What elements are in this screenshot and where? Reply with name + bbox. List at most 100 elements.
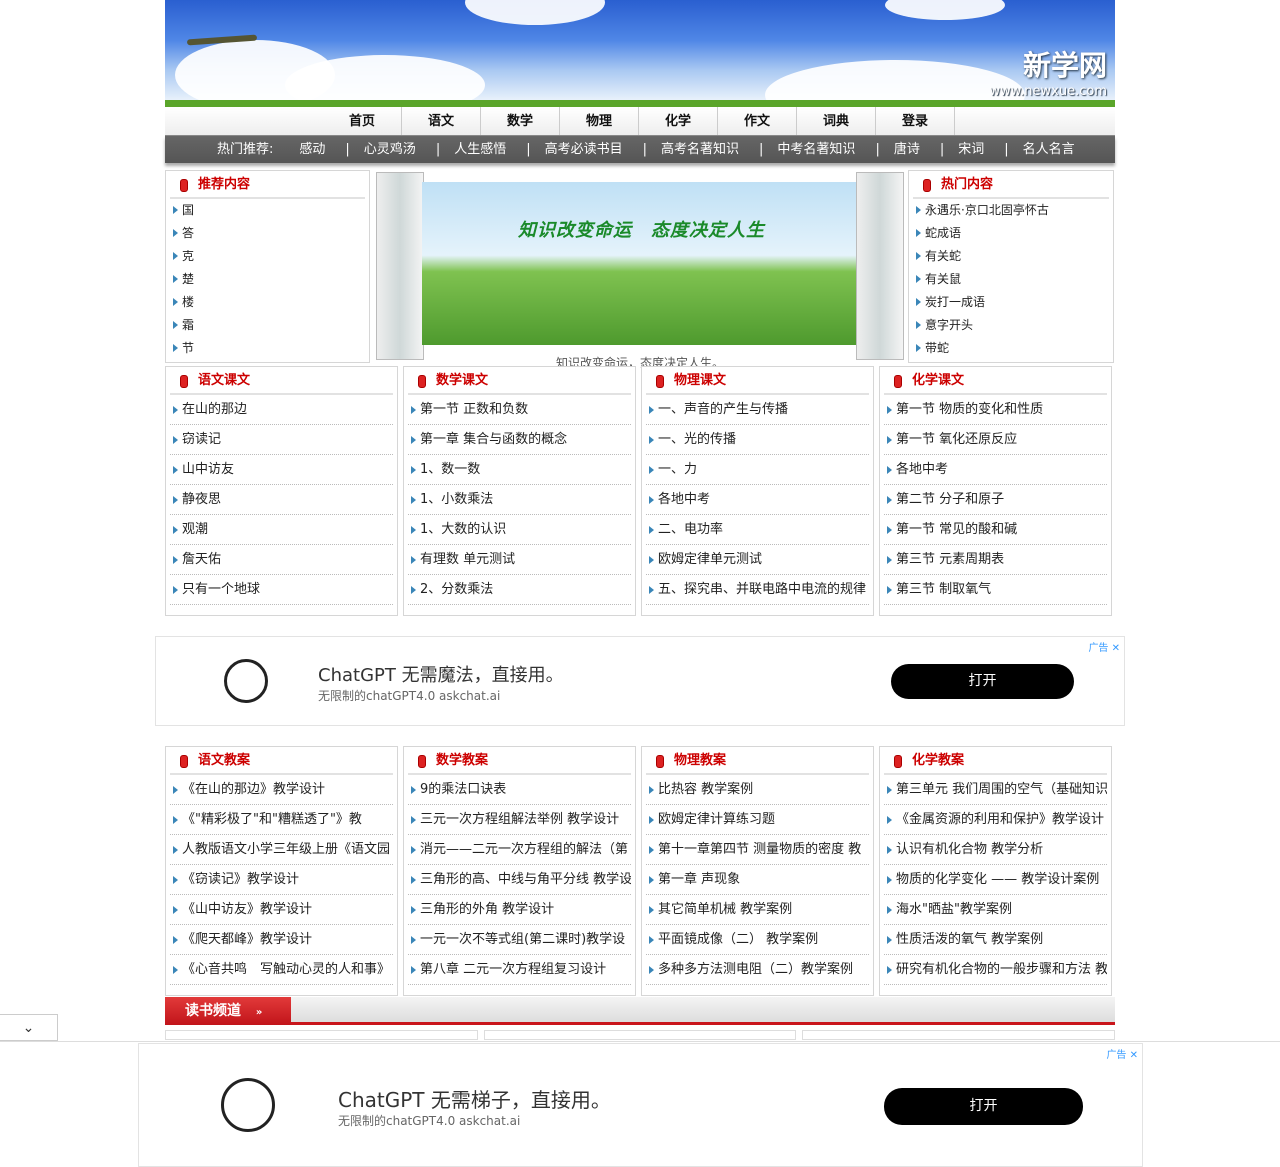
panel-title[interactable]: 语文教案 — [170, 747, 393, 775]
list-item[interactable]: 比热容 教学案例 — [646, 775, 869, 805]
list-item[interactable]: 各地中考 — [646, 485, 869, 515]
list-item[interactable]: 9的乘法口诀表 — [408, 775, 631, 805]
list-item[interactable]: 带蛇 — [913, 337, 1109, 360]
list-item[interactable]: 山中访友 — [170, 455, 393, 485]
hot-link[interactable]: 人生感悟 — [454, 142, 506, 157]
list-item[interactable]: 1、大数的认识 — [408, 515, 631, 545]
list-item[interactable]: 有理数 单元测试 — [408, 545, 631, 575]
nav-item[interactable]: 词典 — [797, 107, 876, 135]
list-item[interactable]: 静夜思 — [170, 485, 393, 515]
list-item[interactable]: 第八章 二元一次方程组复习设计 — [408, 955, 631, 985]
list-item[interactable]: 观潮 — [170, 515, 393, 545]
hot-link[interactable]: 名人名言 — [1023, 142, 1075, 157]
list-item[interactable]: 其它简单机械 教学案例 — [646, 895, 869, 925]
list-item[interactable]: 三元一次方程组解法举例 教学设计 — [408, 805, 631, 835]
list-item[interactable]: 国 — [170, 199, 365, 222]
ad-label[interactable]: 广告 ✕ — [1106, 1046, 1138, 1061]
hot-link[interactable]: 高考名著知识 — [661, 142, 739, 157]
nav-item[interactable]: 首页 — [323, 107, 402, 135]
list-item[interactable]: 五、探究串、并联电路中电流的规律 — [646, 575, 869, 605]
list-item[interactable]: 《窃读记》教学设计 — [170, 865, 393, 895]
nav-item[interactable]: 作文 — [718, 107, 797, 135]
list-item[interactable]: 《金属资源的利用和保护》教学设计 — [884, 805, 1107, 835]
list-item[interactable]: 海水"晒盐"教学案例 — [884, 895, 1107, 925]
list-item[interactable]: 第二节 分子和原子 — [884, 485, 1107, 515]
list-item[interactable]: 第三节 元素周期表 — [884, 545, 1107, 575]
panel-title[interactable]: 物理教案 — [646, 747, 869, 775]
ad-label[interactable]: 广告 ✕ — [1088, 639, 1120, 654]
ad-open-button[interactable]: 打开 — [884, 1088, 1083, 1125]
list-item[interactable]: 一、声音的产生与传播 — [646, 395, 869, 425]
hot-link[interactable]: 高考必读书目 — [545, 142, 623, 157]
list-item[interactable]: 节 — [170, 337, 365, 360]
list-item[interactable]: 一、力 — [646, 455, 869, 485]
list-item[interactable]: 楼 — [170, 291, 365, 314]
panel-title[interactable]: 推荐内容 — [170, 171, 365, 199]
list-item[interactable]: 在山的那边 — [170, 395, 393, 425]
list-item[interactable]: 第一章 集合与函数的概念 — [408, 425, 631, 455]
list-item[interactable]: 《心音共鸣 写触动心灵的人和事》 — [170, 955, 393, 985]
reading-channel-tab[interactable]: 读书频道 » — [165, 997, 291, 1025]
panel-title[interactable]: 数学课文 — [408, 367, 631, 395]
list-item[interactable]: 第三节 制取氧气 — [884, 575, 1107, 605]
list-item[interactable]: 只有一个地球 — [170, 575, 393, 605]
list-item[interactable]: 欧姆定律计算练习题 — [646, 805, 869, 835]
collapse-ad-button[interactable]: ⌄ — [0, 1014, 58, 1041]
list-item[interactable]: 《"精彩极了"和"糟糕透了"》教 — [170, 805, 393, 835]
ad-open-button[interactable]: 打开 — [891, 664, 1074, 699]
list-item[interactable]: 第十一章第四节 测量物质的密度 教 — [646, 835, 869, 865]
list-item[interactable]: 1、数一数 — [408, 455, 631, 485]
list-item[interactable]: 楚 — [170, 268, 365, 291]
panel-title[interactable]: 物理课文 — [646, 367, 869, 395]
nav-item[interactable]: 语文 — [402, 107, 481, 135]
list-item[interactable]: 研究有机化合物的一般步骤和方法 教 — [884, 955, 1107, 985]
list-item[interactable]: 2、分数乘法 — [408, 575, 631, 605]
list-item[interactable]: 有关蛇 — [913, 245, 1109, 268]
site-logo[interactable]: 新学网 www.newxue.com — [989, 44, 1107, 99]
list-item[interactable]: 二、电功率 — [646, 515, 869, 545]
list-item[interactable]: 答 — [170, 222, 365, 245]
list-item[interactable]: 欧姆定律单元测试 — [646, 545, 869, 575]
list-item[interactable]: 一元一次不等式组(第二课时)教学设 — [408, 925, 631, 955]
list-item[interactable]: 三角形的外角 教学设计 — [408, 895, 631, 925]
hot-link[interactable]: 宋词 — [958, 142, 984, 157]
list-item[interactable]: 第一章 声现象 — [646, 865, 869, 895]
list-item[interactable]: 《在山的那边》教学设计 — [170, 775, 393, 805]
nav-item[interactable]: 化学 — [639, 107, 718, 135]
list-item[interactable]: 有关鼠 — [913, 268, 1109, 291]
list-item[interactable]: 《爬天都峰》教学设计 — [170, 925, 393, 955]
list-item[interactable]: 平面镜成像（二） 教学案例 — [646, 925, 869, 955]
list-item[interactable]: 《山中访友》教学设计 — [170, 895, 393, 925]
panel-title[interactable]: 数学教案 — [408, 747, 631, 775]
list-item[interactable]: 各地中考 — [884, 455, 1107, 485]
list-item[interactable]: 第一节 常见的酸和碱 — [884, 515, 1107, 545]
hot-link[interactable]: 感动 — [299, 142, 325, 157]
list-item[interactable]: 人教版语文小学三年级上册《语文园 — [170, 835, 393, 865]
list-item[interactable]: 詹天佑 — [170, 545, 393, 575]
panel-title[interactable]: 热门内容 — [913, 171, 1109, 199]
list-item[interactable]: 第一节 正数和负数 — [408, 395, 631, 425]
list-item[interactable]: 一、光的传播 — [646, 425, 869, 455]
panel-title[interactable]: 化学教案 — [884, 747, 1107, 775]
list-item[interactable]: 意字开头 — [913, 314, 1109, 337]
list-item[interactable]: 蛇成语 — [913, 222, 1109, 245]
list-item[interactable]: 第一节 氧化还原反应 — [884, 425, 1107, 455]
list-item[interactable]: 霜 — [170, 314, 365, 337]
list-item[interactable]: 消元——二元一次方程组的解法（第 — [408, 835, 631, 865]
list-item[interactable]: 性质活泼的氧气 教学案例 — [884, 925, 1107, 955]
ad-banner-2[interactable]: 广告 ✕ ChatGPT 无需梯子，直接用。 无限制的chatGPT4.0 as… — [138, 1043, 1143, 1167]
list-item[interactable]: 多种多方法测电阻（二）教学案例 — [646, 955, 869, 985]
hot-link[interactable]: 中考名著知识 — [777, 142, 855, 157]
hot-link[interactable]: 唐诗 — [894, 142, 920, 157]
list-item[interactable]: 永遇乐·京口北固亭怀古 — [913, 199, 1109, 222]
list-item[interactable]: 第一节 物质的变化和性质 — [884, 395, 1107, 425]
ad-banner-1[interactable]: 广告 ✕ ChatGPT 无需魔法，直接用。 无限制的chatGPT4.0 as… — [155, 636, 1125, 726]
list-item[interactable]: 第三单元 我们周围的空气（基础知识 — [884, 775, 1107, 805]
list-item[interactable]: 窃读记 — [170, 425, 393, 455]
nav-item[interactable]: 数学 — [481, 107, 560, 135]
panel-title[interactable]: 化学课文 — [884, 367, 1107, 395]
nav-item[interactable]: 物理 — [560, 107, 639, 135]
panel-title[interactable]: 语文课文 — [170, 367, 393, 395]
hot-link[interactable]: 心灵鸡汤 — [364, 142, 416, 157]
list-item[interactable]: 克 — [170, 245, 365, 268]
